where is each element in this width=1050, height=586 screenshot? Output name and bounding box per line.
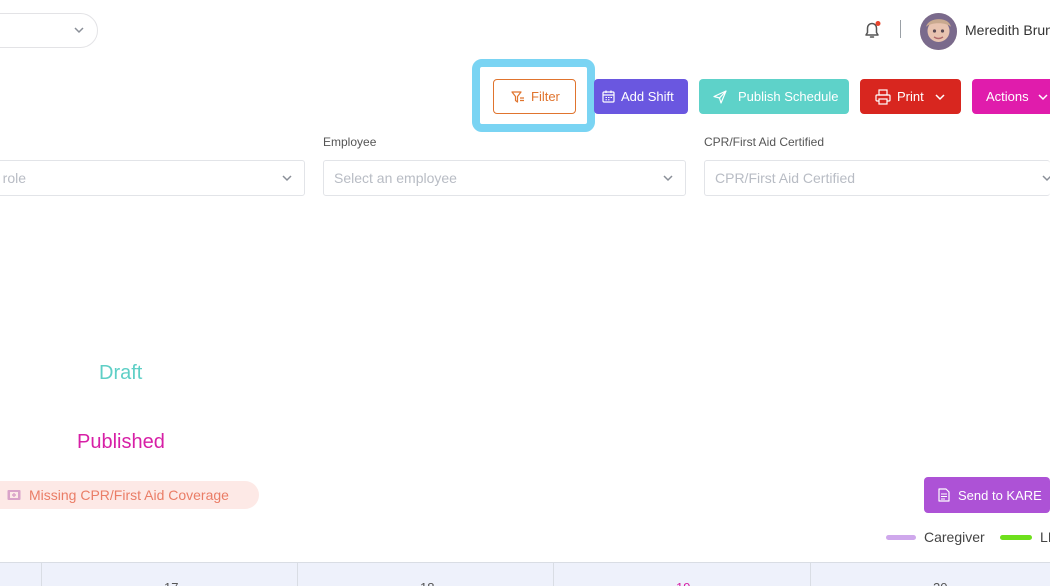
published-status-label: Published — [77, 431, 165, 453]
add-shift-label: Add Shift — [621, 89, 674, 104]
location-select[interactable] — [0, 13, 98, 48]
calendar-day-column[interactable]: 20 — [810, 563, 1050, 586]
calendar-header: 17 18 19 20 — [0, 562, 1050, 586]
calendar-day-column-today[interactable]: 19 — [553, 563, 810, 586]
calendar-day-number-today: 19 — [676, 580, 690, 586]
chevron-down-icon — [1038, 93, 1048, 100]
avatar[interactable] — [920, 13, 957, 50]
notification-bell-icon[interactable] — [861, 19, 883, 41]
employee-select[interactable]: Select an employee — [323, 160, 686, 196]
role-select-placeholder: a role — [0, 170, 27, 186]
actions-button[interactable]: Actions — [972, 79, 1050, 114]
calendar-day-number: 18 — [420, 580, 434, 586]
calendar-icon — [602, 90, 615, 103]
cpr-select-placeholder: CPR/First Aid Certified — [715, 170, 856, 186]
actions-label: Actions — [986, 89, 1029, 104]
chevron-down-icon — [74, 27, 84, 34]
cpr-select[interactable]: CPR/First Aid Certified — [704, 160, 1050, 196]
chevron-down-icon — [935, 93, 945, 100]
publish-schedule-button[interactable]: Publish Schedule — [699, 79, 849, 114]
calendar-day-number: 20 — [933, 580, 947, 586]
cpr-label: CPR/First Aid Certified — [704, 135, 825, 149]
publish-schedule-label: Publish Schedule — [738, 89, 839, 104]
document-icon — [938, 488, 950, 502]
header-separator — [900, 20, 901, 38]
add-shift-button[interactable]: Add Shift — [594, 79, 688, 114]
draft-status-label: Draft — [99, 362, 143, 384]
legend-swatch-caregiver — [886, 535, 916, 540]
filter-button[interactable]: Filter — [493, 79, 576, 114]
employee-label: Employee — [323, 135, 377, 149]
first-aid-icon — [7, 490, 21, 500]
send-to-kare-button[interactable]: Send to KARE — [924, 477, 1050, 513]
filter-icon — [511, 90, 524, 103]
legend-label-li: LI — [1040, 529, 1050, 545]
employee-select-placeholder: Select an employee — [334, 170, 457, 186]
calendar-day-column[interactable]: 17 — [41, 563, 297, 586]
printer-icon — [875, 88, 891, 105]
chevron-down-icon — [1042, 175, 1050, 182]
role-select[interactable]: a role — [0, 160, 305, 196]
chevron-down-icon — [282, 175, 292, 182]
legend-swatch-li — [1000, 535, 1032, 540]
missing-cpr-warning-text: Missing CPR/First Aid Coverage — [29, 487, 229, 503]
user-name[interactable]: Meredith Brun — [965, 22, 1050, 38]
print-label: Print — [897, 89, 924, 104]
notification-dot — [875, 21, 881, 26]
chevron-down-icon — [663, 175, 673, 182]
missing-cpr-warning: Missing CPR/First Aid Coverage — [0, 481, 259, 509]
calendar-day-number: 17 — [164, 580, 178, 586]
send-to-kare-label: Send to KARE — [958, 487, 1042, 503]
legend-label-caregiver: Caregiver — [924, 529, 985, 545]
filter-button-label: Filter — [531, 89, 560, 104]
send-icon — [713, 89, 727, 104]
calendar-day-column[interactable]: 18 — [297, 563, 553, 586]
print-button[interactable]: Print — [860, 79, 961, 114]
